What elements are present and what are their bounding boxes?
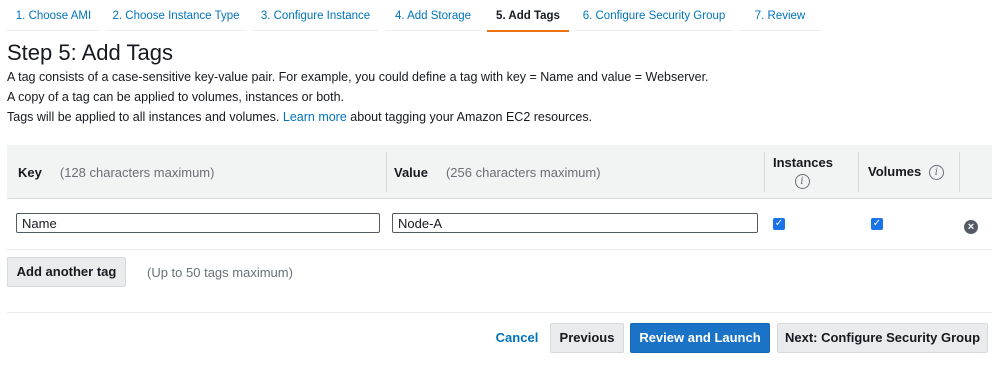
previous-button[interactable]: Previous <box>550 323 624 353</box>
next-configure-security-group-button[interactable]: Next: Configure Security Group <box>777 323 988 353</box>
step-configure-instance[interactable]: 3. Configure Instance <box>252 0 379 31</box>
column-divider <box>959 152 960 192</box>
volumes-checkbox[interactable]: ✓ <box>871 218 883 230</box>
description-line-2: A copy of a tag can be applied to volume… <box>7 90 345 104</box>
step-choose-ami[interactable]: 1. Choose AMI <box>7 0 100 31</box>
add-another-tag-button[interactable]: Add another tag <box>7 257 126 287</box>
volumes-header-label: Volumes <box>868 164 922 179</box>
tags-table-header: Key (128 characters maximum) Value (256 ch… <box>7 145 992 199</box>
step-configure-security-group[interactable]: 6. Configure Security Group <box>575 0 733 31</box>
learn-more-link[interactable]: Learn more <box>283 110 347 124</box>
footer-divider <box>7 312 992 313</box>
volumes-column-header: Volumes i <box>868 164 944 181</box>
instances-header-label: Instances <box>773 155 833 170</box>
column-divider <box>386 152 387 192</box>
remove-circle-icon[interactable]: × <box>964 220 978 234</box>
tag-key-input[interactable] <box>16 213 380 233</box>
instances-checkbox[interactable]: ✓ <box>773 218 785 230</box>
checkbox-check-icon: ✓ <box>872 218 882 229</box>
add-tag-hint: (Up to 50 tags maximum) <box>147 265 293 280</box>
wizard-steps: 1. Choose AMI 2. Choose Instance Type 3.… <box>0 0 1000 32</box>
step-choose-instance-type[interactable]: 2. Choose Instance Type <box>106 0 246 31</box>
column-divider <box>764 152 765 192</box>
key-header-hint: (128 characters maximum) <box>59 165 215 180</box>
description-line-3: Tags will be applied to all instances an… <box>7 110 592 124</box>
description-line-3-text: Tags will be applied to all instances an… <box>7 110 280 124</box>
key-column-header: Key (128 characters maximum) <box>18 165 214 180</box>
description-line-1: A tag consists of a case-sensitive key-v… <box>7 70 709 84</box>
step-add-storage[interactable]: 4. Add Storage <box>385 0 481 31</box>
column-divider <box>858 152 859 192</box>
value-header-hint: (256 characters maximum) <box>445 165 601 180</box>
key-header-label: Key <box>18 165 42 180</box>
table-row: ✓ ✓ × <box>7 200 992 250</box>
instances-column-header: Instances i <box>773 155 833 190</box>
step-review[interactable]: 7. Review <box>739 0 821 31</box>
info-icon[interactable]: i <box>794 174 810 190</box>
value-column-header: Value (256 characters maximum) <box>394 165 601 180</box>
checkbox-check-icon: ✓ <box>774 218 784 229</box>
step-add-tags[interactable]: 5. Add Tags <box>487 0 569 32</box>
page-title: Step 5: Add Tags <box>7 40 173 65</box>
tag-value-input[interactable] <box>392 213 758 233</box>
review-and-launch-button[interactable]: Review and Launch <box>630 323 770 353</box>
cancel-button[interactable]: Cancel <box>488 323 546 353</box>
value-header-label: Value <box>394 165 428 180</box>
info-icon[interactable]: i <box>928 165 944 181</box>
description-line-3-suffix: about tagging your Amazon EC2 resources. <box>350 110 593 124</box>
